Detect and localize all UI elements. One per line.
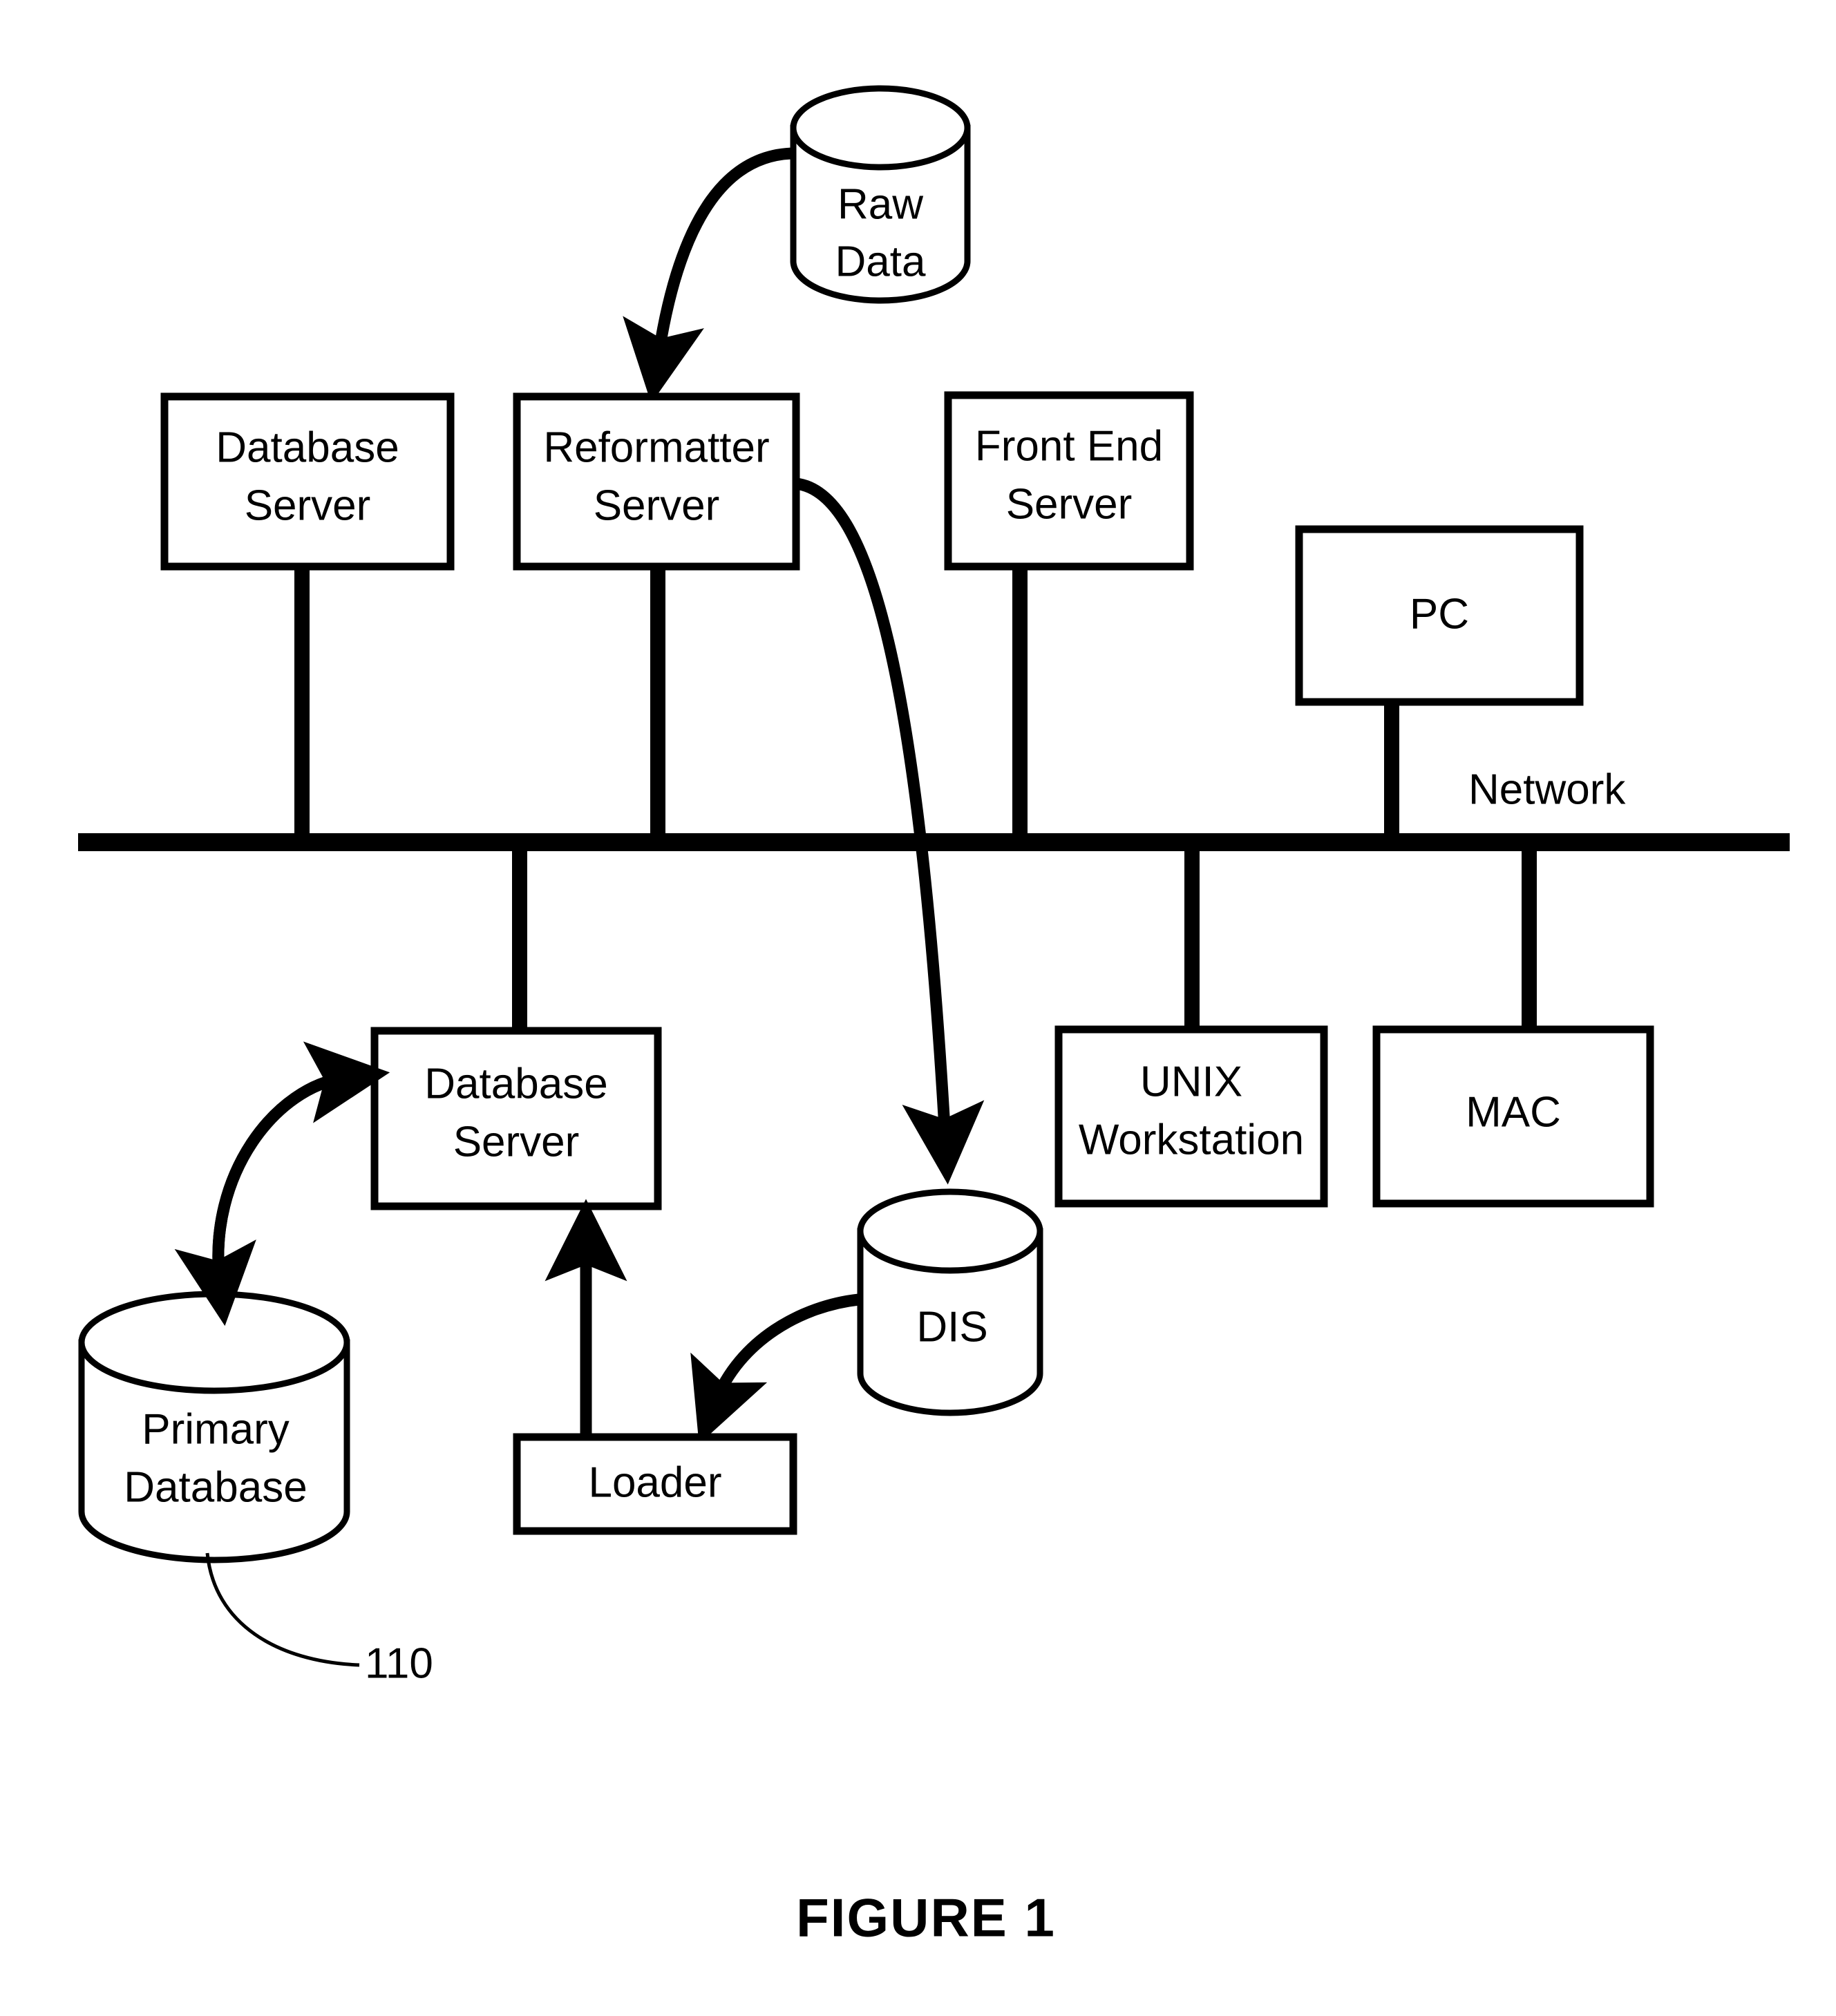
stem-front-end-server bbox=[1012, 565, 1028, 837]
figure-caption: FIGURE 1 bbox=[796, 1887, 1056, 1948]
edge-reformatter-to-dis bbox=[795, 477, 985, 1185]
node-database-server-bottom-label-line1: Database bbox=[424, 1060, 607, 1107]
stem-mac bbox=[1522, 848, 1537, 1029]
node-raw-data: Raw Data bbox=[790, 85, 971, 304]
node-database-server-bottom: Database Server bbox=[370, 1027, 662, 1210]
network-architecture-diagram: Network Raw Data Database Server Reforma… bbox=[78, 85, 1790, 1948]
node-raw-data-label-line2: Data bbox=[835, 238, 926, 285]
node-unix-workstation-label-line2: Workstation bbox=[1079, 1116, 1304, 1163]
edge-rawdata-to-reformatter bbox=[623, 147, 793, 403]
node-front-end-server: Front End Server bbox=[944, 391, 1194, 571]
node-front-end-server-label-line2: Server bbox=[1006, 480, 1133, 528]
edge-database-server-to-primary-database bbox=[174, 1072, 347, 1326]
node-database-server-bottom-label-line2: Server bbox=[453, 1118, 580, 1166]
stem-database-server-bottom bbox=[512, 848, 527, 1034]
edge-dis-to-loader bbox=[690, 1293, 860, 1445]
node-pc: PC bbox=[1295, 525, 1584, 706]
reference-numeral-110: 110 bbox=[365, 1639, 433, 1687]
node-reformatter-server-label-line1: Reformatter bbox=[543, 424, 769, 471]
node-unix-workstation: UNIX Workstation bbox=[1054, 1025, 1328, 1208]
node-primary-database: Primary Database bbox=[78, 1291, 350, 1563]
stem-pc bbox=[1384, 702, 1399, 837]
node-front-end-server-label-line1: Front End bbox=[975, 422, 1163, 470]
node-database-server-top: Database Server bbox=[160, 392, 455, 571]
node-unix-workstation-label-line1: UNIX bbox=[1140, 1058, 1242, 1105]
node-mac-label: MAC bbox=[1466, 1088, 1561, 1136]
stem-unix-workstation bbox=[1184, 848, 1200, 1029]
stem-database-server-top bbox=[294, 567, 310, 837]
node-loader: Loader bbox=[513, 1433, 797, 1535]
stem-reformatter-server bbox=[650, 567, 665, 837]
node-loader-label: Loader bbox=[588, 1458, 721, 1506]
node-database-server-top-label-line1: Database bbox=[216, 424, 399, 471]
node-dis: DIS bbox=[857, 1188, 1043, 1416]
node-database-server-top-label-line2: Server bbox=[245, 482, 371, 529]
node-dis-label: DIS bbox=[916, 1303, 987, 1351]
node-primary-database-label-line1: Primary bbox=[142, 1405, 290, 1453]
network-bus-label: Network bbox=[1468, 765, 1626, 813]
node-reformatter-server: Reformatter Server bbox=[513, 392, 800, 571]
node-raw-data-label-line1: Raw bbox=[837, 180, 923, 228]
node-reformatter-server-label-line2: Server bbox=[594, 482, 720, 529]
node-mac: MAC bbox=[1372, 1025, 1654, 1208]
node-primary-database-label-line2: Database bbox=[124, 1463, 307, 1511]
patent-figure: Network Raw Data Database Server Reforma… bbox=[0, 0, 1836, 2016]
reference-leader-line bbox=[205, 1552, 360, 1667]
node-pc-label: PC bbox=[1410, 590, 1469, 638]
